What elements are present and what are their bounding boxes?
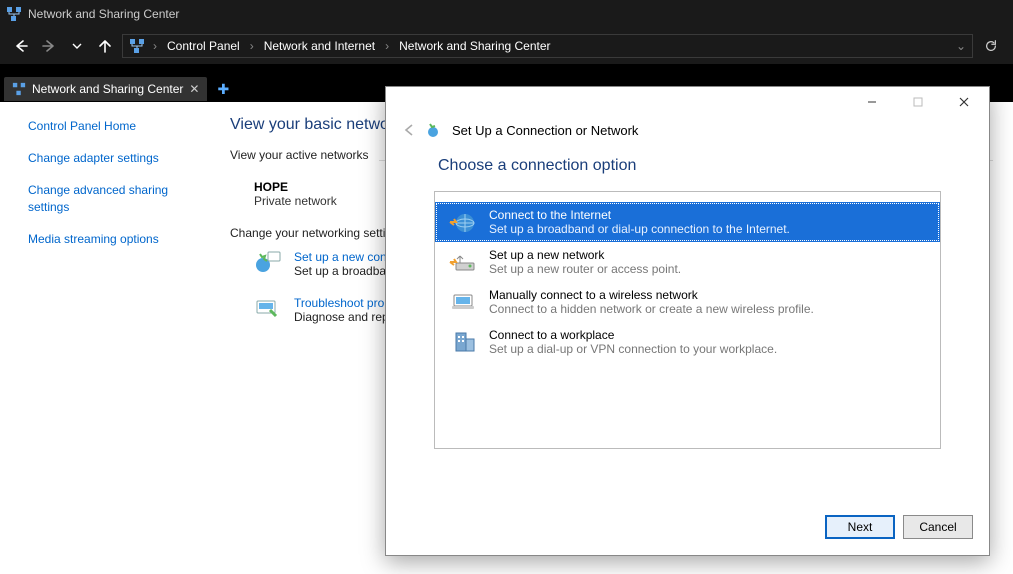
router-icon [447,248,479,276]
recent-locations-button[interactable] [66,35,88,57]
sidebar-item-media-streaming[interactable]: Media streaming options [28,231,196,247]
building-icon [447,328,479,356]
dialog-title: Set Up a Connection or Network [452,123,638,138]
troubleshoot-link[interactable]: Troubleshoot probl [294,296,398,310]
dialog-footer: Next Cancel [386,505,989,555]
option-new-network[interactable]: Set up a new network Set up a new router… [435,242,940,282]
maximize-button[interactable] [895,87,941,117]
address-bar[interactable]: › Control Panel › Network and Internet ›… [122,34,973,58]
next-button[interactable]: Next [825,515,895,539]
chevron-right-icon: › [149,39,161,53]
chevron-down-icon[interactable]: ⌄ [956,39,966,53]
active-networks-label: View your active networks [230,148,369,162]
chevron-right-icon: › [381,39,393,53]
window-title: Network and Sharing Center [28,7,179,21]
troubleshoot-icon [254,296,284,322]
option-title: Set up a new network [489,248,681,262]
globe-icon [447,208,479,236]
wizard-icon [426,121,444,139]
breadcrumb-item[interactable]: Network and Sharing Center [397,39,552,53]
wizard-icon [254,250,284,276]
forward-button[interactable] [38,35,60,57]
dialog-heading: Choose a connection option [416,151,959,191]
new-tab-button[interactable]: ✚ [211,81,235,98]
chevron-right-icon: › [246,39,258,53]
laptop-icon [447,288,479,316]
options-list: Connect to the Internet Set up a broadba… [434,191,941,449]
close-button[interactable] [941,87,987,117]
option-desc: Set up a broadband or dial-up connection… [489,222,790,236]
breadcrumb-item[interactable]: Network and Internet [262,39,377,53]
minimize-button[interactable] [849,87,895,117]
option-desc: Connect to a hidden network or create a … [489,302,814,316]
dialog-titlebar [386,87,989,117]
option-title: Connect to the Internet [489,208,790,222]
option-desc: Set up a dial-up or VPN connection to yo… [489,342,777,356]
option-wireless[interactable]: Manually connect to a wireless network C… [435,282,940,322]
network-center-icon [12,82,26,96]
option-workplace[interactable]: Connect to a workplace Set up a dial-up … [435,322,940,362]
navbar: › Control Panel › Network and Internet ›… [0,28,1013,64]
tab-label: Network and Sharing Center [32,82,183,96]
troubleshoot-desc: Diagnose and repai [294,310,398,324]
option-title: Manually connect to a wireless network [489,288,814,302]
close-tab-button[interactable]: ✕ [189,82,199,96]
option-title: Connect to a workplace [489,328,777,342]
network-center-icon [6,6,22,22]
sidebar-item-home[interactable]: Control Panel Home [28,118,196,134]
refresh-button[interactable] [979,34,1003,58]
sidebar: Control Panel Home Change adapter settin… [0,102,210,574]
titlebar: Network and Sharing Center [0,0,1013,28]
option-desc: Set up a new router or access point. [489,262,681,276]
connection-wizard-dialog: Set Up a Connection or Network Choose a … [385,86,990,556]
cancel-button[interactable]: Cancel [903,515,973,539]
sidebar-item-adapter[interactable]: Change adapter settings [28,150,196,166]
option-connect-internet[interactable]: Connect to the Internet Set up a broadba… [435,202,940,242]
network-center-icon [129,38,145,54]
tab-network-center[interactable]: Network and Sharing Center ✕ [4,77,207,101]
sidebar-item-advanced-sharing[interactable]: Change advanced sharing settings [28,182,196,214]
back-button[interactable] [10,35,32,57]
up-button[interactable] [94,35,116,57]
back-arrow-icon[interactable] [402,122,418,138]
breadcrumb-item[interactable]: Control Panel [165,39,242,53]
